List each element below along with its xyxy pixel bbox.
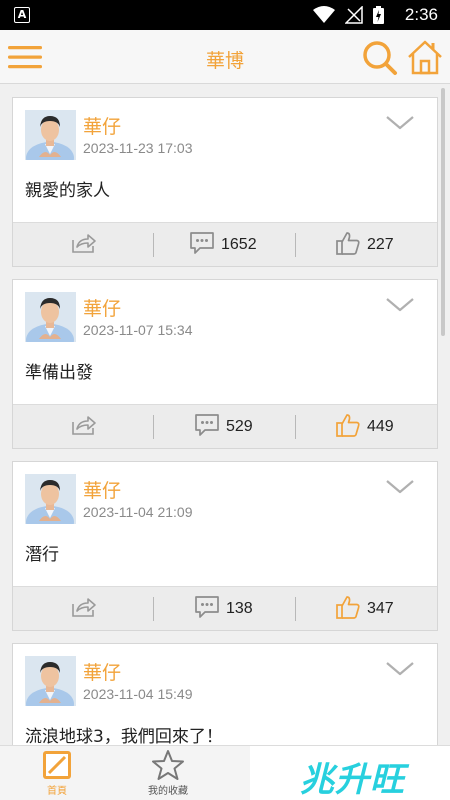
status-bar: A 2:36 bbox=[0, 0, 450, 30]
share-button[interactable] bbox=[71, 587, 97, 631]
post-date: 2023-11-07 15:34 bbox=[83, 322, 193, 338]
thumbs-up-icon bbox=[335, 594, 361, 625]
divider bbox=[153, 233, 154, 257]
nav-home-label: 首頁 bbox=[47, 786, 67, 797]
post-actions: 1652 227 bbox=[13, 222, 437, 266]
post-author[interactable]: 華仔 bbox=[83, 658, 121, 685]
avatar[interactable] bbox=[25, 110, 76, 160]
post-actions: 529 449 bbox=[13, 404, 437, 448]
post-feed[interactable]: 華仔 2023-11-23 17:03 親愛的家人 1652 227 華仔 2023-11-… bbox=[0, 85, 450, 745]
comment-icon bbox=[194, 595, 220, 624]
share-button[interactable] bbox=[71, 223, 97, 267]
app-header: 華博 bbox=[0, 30, 450, 84]
post-card[interactable]: 華仔 2023-11-07 15:34 準備出發 529 449 bbox=[12, 279, 438, 449]
battery-charging-icon bbox=[373, 6, 384, 24]
comment-icon bbox=[189, 231, 215, 260]
status-time: 2:36 bbox=[404, 5, 438, 24]
avatar[interactable] bbox=[25, 292, 76, 342]
comment-button[interactable]: 529 bbox=[194, 405, 253, 449]
chevron-down-icon[interactable] bbox=[385, 660, 415, 678]
post-date: 2023-11-04 15:49 bbox=[83, 686, 193, 702]
chevron-down-icon[interactable] bbox=[385, 114, 415, 132]
divider bbox=[295, 597, 296, 621]
divider bbox=[153, 597, 154, 621]
no-signal-icon bbox=[345, 6, 363, 24]
share-icon bbox=[71, 232, 97, 259]
post-author[interactable]: 華仔 bbox=[83, 112, 121, 139]
comment-button[interactable]: 1652 bbox=[189, 223, 257, 267]
brand-banner[interactable]: 兆升旺 bbox=[250, 746, 450, 800]
nav-home[interactable]: 首頁 bbox=[0, 746, 120, 800]
star-icon bbox=[152, 750, 184, 780]
chevron-down-icon[interactable] bbox=[385, 296, 415, 314]
comment-count: 1652 bbox=[221, 236, 257, 253]
like-count: 347 bbox=[367, 600, 394, 617]
like-button[interactable]: 449 bbox=[335, 405, 394, 449]
post-author[interactable]: 華仔 bbox=[83, 476, 121, 503]
post-card[interactable]: 華仔 2023-11-23 17:03 親愛的家人 1652 227 bbox=[12, 97, 438, 267]
post-date: 2023-11-04 21:09 bbox=[83, 504, 193, 520]
share-button[interactable] bbox=[71, 405, 97, 449]
avatar[interactable] bbox=[25, 474, 76, 524]
comment-count: 529 bbox=[226, 418, 253, 435]
app-notification-icon: A bbox=[14, 7, 30, 23]
bottom-navigation: 首頁 我的收藏 兆升旺 bbox=[0, 745, 450, 800]
post-text[interactable]: 準備出發 bbox=[25, 358, 93, 383]
divider bbox=[295, 233, 296, 257]
comment-count: 138 bbox=[226, 600, 253, 617]
divider bbox=[153, 415, 154, 439]
like-button[interactable]: 347 bbox=[335, 587, 394, 631]
search-icon[interactable] bbox=[360, 38, 398, 76]
post-text[interactable]: 親愛的家人 bbox=[25, 176, 110, 201]
home-icon[interactable] bbox=[405, 37, 445, 77]
nav-favorites[interactable]: 我的收藏 bbox=[108, 746, 228, 800]
share-icon bbox=[71, 414, 97, 441]
divider bbox=[295, 415, 296, 439]
thumbs-up-icon bbox=[335, 230, 361, 261]
post-text[interactable]: 流浪地球3，我們回來了！ bbox=[25, 722, 223, 745]
thumbs-up-icon bbox=[335, 412, 361, 443]
nav-favorites-label: 我的收藏 bbox=[148, 786, 188, 797]
post-text[interactable]: 潛行 bbox=[25, 540, 59, 565]
post-actions: 138 347 bbox=[13, 586, 437, 630]
comment-icon bbox=[194, 413, 220, 442]
share-icon bbox=[71, 596, 97, 623]
post-card[interactable]: 華仔 2023-11-04 15:49 流浪地球3，我們回來了！ bbox=[12, 643, 438, 745]
edit-icon bbox=[43, 751, 71, 779]
like-count: 449 bbox=[367, 418, 394, 435]
brand-logo-text: 兆升旺 bbox=[300, 760, 405, 800]
wifi-icon bbox=[313, 6, 335, 23]
feed-scrollbar[interactable] bbox=[441, 88, 445, 336]
post-date: 2023-11-23 17:03 bbox=[83, 140, 193, 156]
comment-button[interactable]: 138 bbox=[194, 587, 253, 631]
like-count: 227 bbox=[367, 236, 394, 253]
chevron-down-icon[interactable] bbox=[385, 478, 415, 496]
post-card[interactable]: 華仔 2023-11-04 21:09 潛行 138 347 bbox=[12, 461, 438, 631]
like-button[interactable]: 227 bbox=[335, 223, 394, 267]
post-author[interactable]: 華仔 bbox=[83, 294, 121, 321]
avatar[interactable] bbox=[25, 656, 76, 706]
status-icons bbox=[313, 6, 384, 24]
